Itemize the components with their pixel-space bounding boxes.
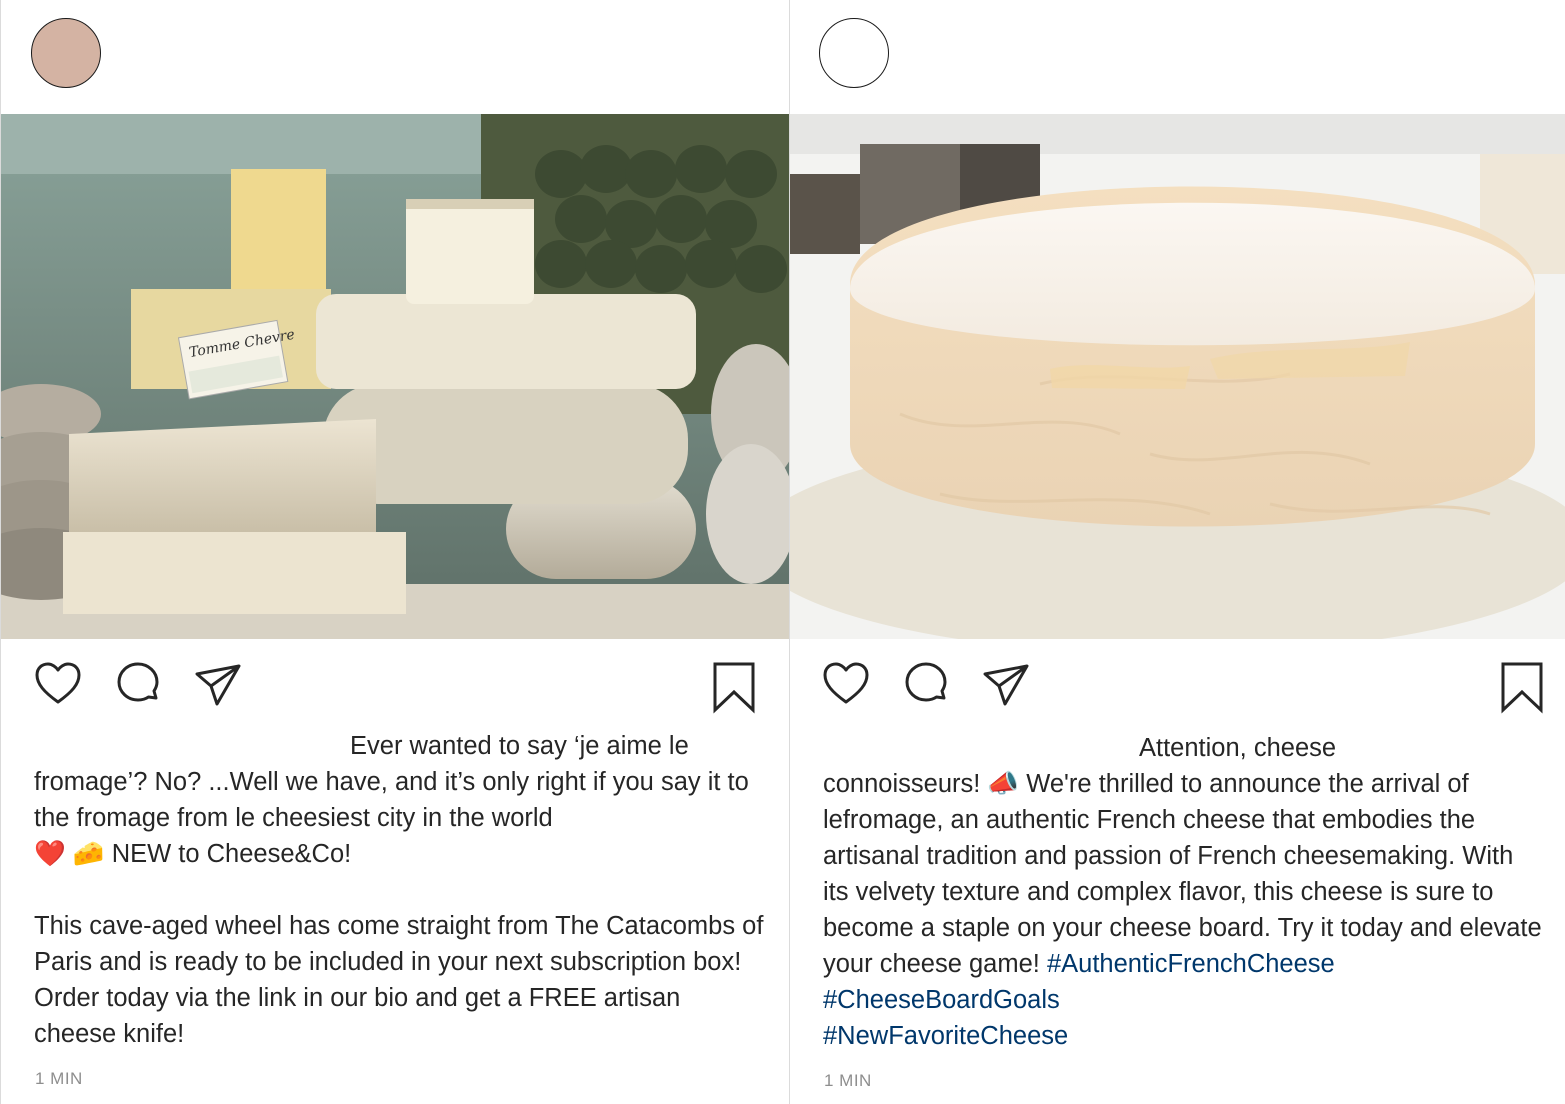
avatar[interactable] [819, 18, 889, 88]
post-timestamp: 1 MIN [35, 1069, 83, 1088]
like-button[interactable] [822, 660, 870, 708]
post-actions [790, 660, 1565, 716]
share-button[interactable] [194, 660, 242, 708]
caption-body-start: connoisseurs! [823, 770, 988, 798]
comment-button[interactable] [902, 660, 950, 708]
caption-paragraph2: This cave-aged wheel has come straight f… [34, 912, 771, 1048]
comment-icon [905, 662, 947, 702]
caption-tail: NEW to Cheese&Co! [104, 840, 352, 868]
bookmark-icon [1501, 662, 1543, 714]
post-photo[interactable]: Tomme Chevre [1, 114, 790, 639]
save-button[interactable] [1498, 660, 1546, 716]
hashtag-link[interactable]: #NewFavoriteCheese [823, 1022, 1068, 1050]
caption-line1: Attention, cheese [1139, 734, 1337, 762]
caption-body: We're thrilled to announce the arrival o… [823, 770, 1549, 978]
megaphone-emoji: 📣 [987, 769, 1020, 799]
avatar[interactable] [31, 18, 101, 88]
post-brie-wheel: Attention, cheese connoisseurs! 📣 We're … [789, 0, 1565, 1104]
comment-icon [117, 662, 159, 702]
save-button[interactable] [710, 660, 758, 716]
cheese-market-photo: Tomme Chevre [1, 114, 790, 639]
brie-wheel-photo [790, 114, 1565, 639]
share-icon [195, 664, 241, 706]
post-cheese-market: Tomme Chevre Ever wanted to say ‘je aime… [0, 0, 790, 1104]
post-caption: Attention, cheese connoisseurs! 📣 We're … [823, 730, 1543, 1054]
bookmark-icon [713, 662, 755, 714]
heart-emoji: ❤️ [34, 839, 66, 869]
hashtag-link[interactable]: #AuthenticFrenchCheese [1047, 950, 1335, 978]
post-caption: Ever wanted to say ‘je aime le fromage’?… [34, 728, 769, 1052]
post-timestamp: 1 MIN [824, 1071, 872, 1090]
heart-icon [823, 662, 869, 704]
cheese-emoji: 🧀 [72, 839, 105, 869]
heart-icon [35, 662, 81, 704]
screen: Tomme Chevre Ever wanted to say ‘je aime… [0, 0, 1565, 1104]
post-photo[interactable] [790, 114, 1565, 639]
hashtag-link[interactable]: #CheeseBoardGoals [823, 986, 1060, 1014]
caption-body: fromage’? No? ...Well we have, and it’s … [34, 768, 756, 832]
like-button[interactable] [34, 660, 82, 708]
share-icon [983, 664, 1029, 706]
share-button[interactable] [982, 660, 1030, 708]
caption-line1: Ever wanted to say ‘je aime le [350, 732, 689, 760]
post-actions [1, 660, 790, 716]
comment-button[interactable] [114, 660, 162, 708]
